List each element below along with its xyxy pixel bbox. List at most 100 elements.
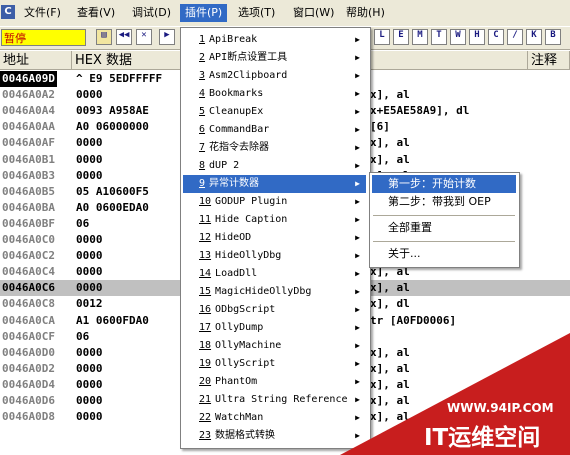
- row-hex: 0000: [76, 345, 103, 359]
- toolbar-button-w[interactable]: W: [450, 29, 466, 45]
- row-disassembly: [6]: [370, 120, 390, 134]
- toolbar-button-l[interactable]: L: [374, 29, 390, 45]
- submenu-step2[interactable]: 第二步：带我到 OEP: [372, 193, 516, 211]
- plugin-menu-item-number: 19: [199, 358, 212, 369]
- row-disassembly: x], al: [370, 152, 410, 166]
- menu-window[interactable]: 窗口(W): [288, 4, 339, 22]
- plugin-menu-item[interactable]: 11 Hide Caption ▶: [183, 211, 366, 229]
- row-hex: 0012: [76, 297, 103, 311]
- menu-view[interactable]: 查看(V): [72, 4, 120, 22]
- toolbar-button-b[interactable]: B: [545, 29, 561, 45]
- plugin-menu-item[interactable]: 16 ODbgScript ▶: [183, 301, 366, 319]
- row-address: 0046A0C6: [2, 281, 55, 295]
- plugin-menu-item-number: 10: [199, 196, 212, 207]
- plugin-menu-item[interactable]: 3 Asm2Clipboard ▶: [183, 67, 366, 85]
- menu-file[interactable]: 文件(F): [19, 4, 66, 22]
- row-hex: 0000: [76, 361, 103, 375]
- plugin-menu-item[interactable]: 9 异常计数器 ▶: [183, 175, 366, 193]
- submenu-arrow-icon: ▶: [355, 287, 360, 296]
- submenu-arrow-icon: ▶: [355, 53, 360, 62]
- plugin-menu-item-label: WatchMan: [215, 412, 264, 423]
- plugin-menu-item[interactable]: 7 花指令去除器 ▶: [183, 139, 366, 157]
- column-header-address[interactable]: 地址: [0, 51, 72, 70]
- row-hex: 0000: [76, 265, 103, 279]
- plugin-menu-item[interactable]: 5 CleanupEx ▶: [183, 103, 366, 121]
- submenu-arrow-icon: ▶: [355, 233, 360, 242]
- plugin-menu-item[interactable]: 14 LoadDll ▶: [183, 265, 366, 283]
- submenu-reset[interactable]: 全部重置: [372, 219, 516, 237]
- plugin-menu-item-label: dUP 2: [209, 160, 240, 171]
- watermark-site: WWW.94IP.COM: [447, 401, 554, 415]
- toolbar-button-t[interactable]: T: [431, 29, 447, 45]
- row-hex: 0000: [76, 88, 103, 102]
- plugin-menu-item[interactable]: 4 Bookmarks ▶: [183, 85, 366, 103]
- menu-options[interactable]: 选项(T): [233, 4, 280, 22]
- row-disassembly: x], al: [370, 136, 410, 150]
- toolbar-button-c[interactable]: C: [488, 29, 504, 45]
- plugin-menu-item[interactable]: 12 HideOD ▶: [183, 229, 366, 247]
- plugin-menu-item-number: 1: [199, 34, 206, 45]
- plugin-menu-item[interactable]: 1 ApiBreak ▶: [183, 31, 366, 49]
- toolbar-button-slash[interactable]: /: [507, 29, 523, 45]
- row-hex: 0000: [76, 249, 103, 263]
- row-address: 0046A0D2: [2, 361, 55, 375]
- plugin-menu-item-number: 13: [199, 250, 212, 261]
- open-icon[interactable]: ▤: [96, 29, 112, 45]
- column-header-comment[interactable]: 注释: [528, 51, 570, 70]
- close-icon[interactable]: ✕: [136, 29, 152, 45]
- plugin-menu-item-label: 花指令去除器: [209, 142, 270, 153]
- menu-help[interactable]: 帮助(H): [341, 4, 390, 22]
- plugin-menu-item-label: ODbgScript: [215, 304, 276, 315]
- plugin-menu-item-number: 9: [199, 178, 206, 189]
- plugin-menu-item[interactable]: 6 CommandBar ▶: [183, 121, 366, 139]
- plugin-menu-item-label: CommandBar: [209, 124, 270, 135]
- row-address: 0046A0D4: [2, 377, 55, 391]
- plugin-menu-item-label: Bookmarks: [209, 88, 264, 99]
- row-hex: A0 06000000: [76, 120, 149, 134]
- plugin-menu-item-label: OllyDump: [215, 322, 264, 333]
- plugin-menu-item-number: 5: [199, 106, 206, 117]
- row-address: 0046A0D6: [2, 394, 55, 407]
- row-address: 0046A0A2: [2, 88, 55, 102]
- plugin-menu-item-label: Hide Caption: [215, 214, 288, 225]
- plugin-menu-item[interactable]: 2 API断点设置工具 ▶: [183, 49, 366, 67]
- submenu-arrow-icon: ▶: [355, 35, 360, 44]
- plugin-menu-item-number: 21: [199, 394, 212, 405]
- status-paused: 暂停: [1, 29, 86, 46]
- app-icon[interactable]: C: [1, 5, 15, 19]
- watermark-brand: IT运维空间: [424, 425, 541, 451]
- row-address: 0046A0CA: [2, 313, 55, 327]
- run-icon[interactable]: ▶: [159, 29, 175, 45]
- plugin-menu-item-number: 11: [199, 214, 212, 225]
- menu-debug[interactable]: 调试(D): [127, 4, 176, 22]
- submenu-arrow-icon: ▶: [355, 143, 360, 152]
- submenu-step1[interactable]: 第一步：开始计数: [372, 175, 516, 193]
- plugin-menu-item[interactable]: 15 MagicHideOllyDbg ▶: [183, 283, 366, 301]
- plugin-menu-item-number: 2: [199, 52, 206, 63]
- toolbar-button-m[interactable]: M: [412, 29, 428, 45]
- submenu-arrow-icon: ▶: [355, 197, 360, 206]
- row-disassembly: x], dl: [370, 297, 410, 311]
- submenu-arrow-icon: ▶: [355, 71, 360, 80]
- plugin-menu-item-number: 20: [199, 376, 212, 387]
- row-address: 0046A0D0: [2, 345, 55, 359]
- rewind-icon[interactable]: ◀◀: [116, 29, 132, 45]
- plugin-menu-item-label: Ultra String Reference: [215, 394, 348, 405]
- row-hex: 0000: [76, 168, 103, 182]
- toolbar-button-h[interactable]: H: [469, 29, 485, 45]
- row-address: 0046A0BF: [2, 216, 55, 230]
- menu-plugins[interactable]: 插件(P): [180, 4, 228, 22]
- toolbar-button-e[interactable]: E: [393, 29, 409, 45]
- plugin-menu-item-label: Asm2Clipboard: [209, 70, 288, 81]
- submenu-separator: [373, 241, 515, 242]
- plugin-menu-item[interactable]: 8 dUP 2 ▶: [183, 157, 366, 175]
- submenu-about[interactable]: 关于...: [372, 245, 516, 263]
- plugin-menu-item[interactable]: 13 HideOllyDbg ▶: [183, 247, 366, 265]
- submenu-arrow-icon: ▶: [355, 107, 360, 116]
- row-address: 0046A0B5: [2, 184, 55, 198]
- row-address: 0046A0B3: [2, 168, 55, 182]
- plugin-menu-item-label: HideOllyDbg: [215, 250, 282, 261]
- plugin-menu-item[interactable]: 10 GODUP Plugin ▶: [183, 193, 366, 211]
- submenu-separator: [373, 215, 515, 216]
- toolbar-button-k[interactable]: K: [526, 29, 542, 45]
